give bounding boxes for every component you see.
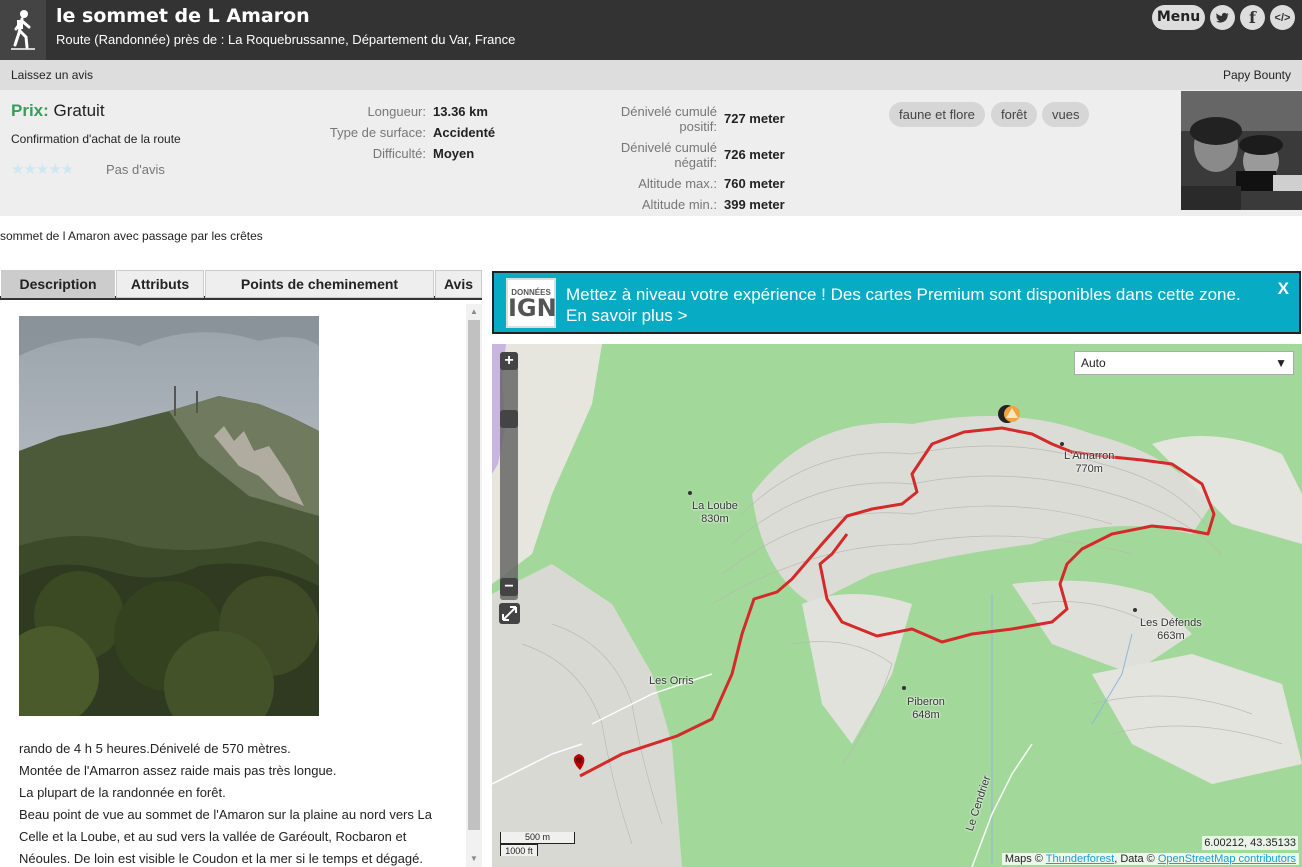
summit-marker-icon[interactable] — [998, 405, 1020, 423]
ascent-value: 727 meter — [724, 111, 785, 126]
ign-banner-text[interactable]: Mettez à niveau votre expérience ! Des c… — [566, 284, 1256, 326]
rating-stars[interactable]: ★★★★★ — [11, 160, 74, 178]
route-title: le sommet de L Amaron — [56, 5, 310, 27]
place-name: Les Défends — [1140, 617, 1202, 629]
place-name: Les Orris — [649, 675, 694, 687]
route-map[interactable]: L'Amarron 770m La Loube 830m Les Défends… — [492, 344, 1302, 867]
route-subtitle: Route (Randonnée) près de : La Roquebrus… — [56, 32, 516, 47]
description-text: rando de 4 h 5 heures.Dénivelé de 570 mè… — [19, 738, 459, 867]
facebook-icon[interactable]: f — [1240, 5, 1265, 30]
purchase-confirmation: Confirmation d'achat de la route — [11, 132, 181, 146]
place-label-les-orris: Les Orris — [649, 675, 694, 688]
description-line: rando de 4 h 5 heures.Dénivelé de 570 mè… — [19, 741, 291, 756]
difficulty-value: Moyen — [433, 146, 475, 161]
osm-link[interactable]: OpenStreetMap contributors — [1158, 853, 1296, 865]
description-panel: rando de 4 h 5 heures.Dénivelé de 570 mè… — [0, 304, 482, 867]
price-label: Prix: — [11, 101, 49, 120]
descent-label-1: Dénivelé cumulé — [620, 140, 717, 155]
place-label-piberon: Piberon 648m — [907, 696, 945, 722]
zoom-level-handle[interactable] — [500, 410, 518, 428]
place-label-lamarron: L'Amarron 770m — [1064, 450, 1114, 476]
place-name: L'Amarron — [1064, 450, 1115, 462]
attribution-mid: , Data © — [1114, 853, 1155, 865]
alt-min-value: 399 meter — [724, 197, 785, 212]
ascent-label-2: positif: — [679, 119, 717, 134]
tab-bar: Description Attributs Points de cheminem… — [0, 270, 482, 300]
place-elevation: 663m — [1157, 630, 1185, 642]
tag-foret[interactable]: forêt — [991, 102, 1038, 127]
place-elevation: 648m — [912, 709, 940, 721]
thunderforest-link[interactable]: Thunderforest — [1046, 853, 1114, 865]
place-label-la-loube: La Loube 830m — [692, 500, 738, 526]
route-summary: Prix: Gratuit Confirmation d'achat de la… — [0, 90, 1302, 216]
route-photo[interactable] — [19, 316, 319, 716]
difficulty-label: Difficulté: — [372, 146, 426, 161]
ign-logo: DONNÉES IGN — [506, 278, 557, 328]
hiker-icon — [0, 0, 46, 60]
review-bar: Laissez un avis Papy Bounty — [0, 60, 1302, 90]
scale-metric: 500 m — [500, 832, 575, 844]
tag-faune-et-flore[interactable]: faune et flore — [889, 102, 985, 127]
close-icon[interactable]: X — [1278, 279, 1289, 299]
tab-attributs[interactable]: Attributs — [116, 270, 204, 298]
tab-description[interactable]: Description — [1, 270, 115, 298]
attribution-prefix: Maps © — [1004, 853, 1043, 865]
place-name: Piberon — [907, 696, 945, 708]
embed-code-icon[interactable]: </> — [1270, 5, 1295, 30]
description-line: Beau point de vue au sommet de l'Amaron … — [19, 807, 432, 866]
description-scrollbar[interactable]: ▲ ▼ — [466, 304, 482, 867]
place-label-les-defends: Les Défends 663m — [1140, 617, 1202, 643]
map-scale: 500 m 1000 ft — [500, 832, 575, 856]
alt-max-label: Altitude max.: — [638, 176, 717, 191]
map-layer-select[interactable]: Auto ▼ — [1074, 351, 1294, 375]
alt-max-value: 760 meter — [724, 176, 785, 191]
description-line: La plupart de la randonnée en forêt. — [19, 785, 226, 800]
description-line: Montée de l'Amarron assez raide mais pas… — [19, 763, 337, 778]
zoom-in-button[interactable]: + — [500, 352, 518, 370]
chevron-down-icon: ▼ — [1275, 356, 1287, 370]
place-elevation: 770m — [1075, 463, 1103, 475]
price-value: Gratuit — [53, 101, 105, 120]
alt-min-label: Altitude min.: — [641, 197, 717, 212]
length-label: Longueur: — [367, 104, 426, 119]
cursor-coordinates: 6.00212, 43.35133 — [1202, 836, 1298, 850]
length-value: 13.36 km — [433, 104, 488, 119]
top-bar: le sommet de L Amaron Route (Randonnée) … — [0, 0, 1302, 60]
menu-button[interactable]: Menu — [1152, 5, 1205, 30]
surface-label: Type de surface: — [329, 125, 426, 140]
descent-label-2: négatif: — [674, 155, 717, 170]
zoom-out-button[interactable]: − — [500, 578, 518, 596]
fullscreen-icon[interactable] — [499, 603, 520, 624]
twitter-icon[interactable] — [1210, 5, 1235, 30]
scroll-up-arrow-icon[interactable]: ▲ — [470, 307, 478, 316]
map-attribution: Maps © Thunderforest, Data © OpenStreetM… — [1001, 853, 1299, 865]
scrollbar-thumb[interactable] — [468, 320, 480, 830]
map-layer-value: Auto — [1081, 356, 1106, 370]
place-elevation: 830m — [701, 513, 729, 525]
surface-value: Accidenté — [433, 125, 496, 140]
route-tagline: sommet de l Amaron avec passage par les … — [0, 229, 263, 243]
scroll-down-arrow-icon[interactable]: ▼ — [470, 854, 478, 863]
tab-points-de-cheminement[interactable]: Points de cheminement — [205, 270, 434, 298]
tag-vues[interactable]: vues — [1042, 102, 1090, 127]
place-name: La Loube — [692, 500, 738, 512]
zoom-slider[interactable] — [500, 352, 518, 600]
rating-text: Pas d'avis — [106, 162, 165, 177]
author-link[interactable]: Papy Bounty — [1223, 68, 1291, 82]
author-photo[interactable] — [1181, 91, 1302, 210]
scale-imperial: 1000 ft — [500, 844, 538, 856]
price: Prix: Gratuit — [11, 101, 105, 121]
ign-premium-banner[interactable]: DONNÉES IGN Mettez à niveau votre expéri… — [492, 271, 1301, 334]
leave-review-link[interactable]: Laissez un avis — [11, 68, 93, 82]
ascent-label-1: Dénivelé cumulé — [620, 104, 717, 119]
tab-avis[interactable]: Avis — [435, 270, 482, 298]
descent-value: 726 meter — [724, 147, 785, 162]
map-canvas[interactable] — [492, 344, 1302, 867]
ign-logo-big: IGN — [508, 294, 557, 322]
